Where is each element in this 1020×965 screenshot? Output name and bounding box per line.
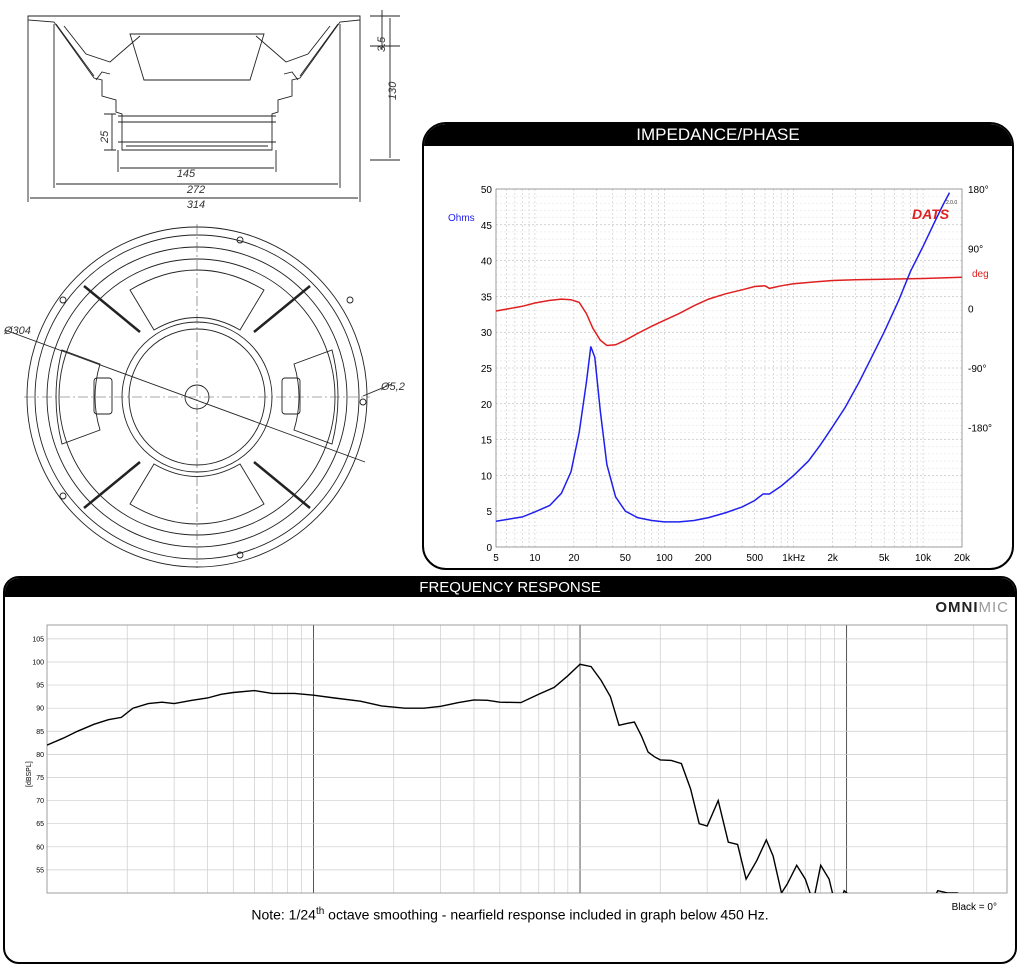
x-tick-label: 200	[695, 553, 712, 564]
dim-130: 130	[387, 81, 399, 100]
series-ohms-line	[495, 192, 951, 523]
dats-logo: DATS	[912, 206, 950, 222]
y-tick-label: 60	[36, 844, 44, 851]
freq-note-prefix: Note: 1/24	[251, 906, 316, 923]
impedance-chart: 5 10 20 50 100 200 500 1kHz 2k 5k 10k 20k 051015202…	[448, 185, 992, 564]
phase-tick-label: -90°	[968, 364, 986, 375]
y-tick-label: 90	[36, 706, 44, 713]
y-tick-label: 5	[486, 507, 492, 518]
dats-logo-version: 2.0.0	[946, 200, 957, 206]
phase-tick-label: -180°	[968, 424, 992, 435]
y-tick-label: 65	[36, 821, 44, 828]
phase-tick-label: 90°	[968, 245, 983, 256]
dim-3-5: 3.5	[376, 36, 388, 52]
y-tick-label: 55	[36, 867, 44, 874]
y-tick-label: 75	[36, 775, 44, 782]
y-tick-label: 20	[481, 400, 493, 411]
freq-panel: FREQUENCY RESPONSE OMNIMIC 55 60 65 70 75 80 8…	[3, 576, 1017, 964]
x-tick-label: 10k	[915, 553, 932, 564]
dim-5-2: Ø5,2	[380, 381, 405, 393]
y-tick-label: 30	[481, 328, 493, 339]
y-right-label: deg	[972, 269, 989, 280]
x-tick-label: 100	[656, 553, 673, 564]
dim-304: Ø304	[3, 325, 31, 337]
x-tick-label: 10	[529, 553, 541, 564]
y-tick-label: 0	[486, 543, 492, 554]
y-tick-label: 10	[481, 471, 493, 482]
freq-note-suffix: octave smoothing - nearfield response in…	[324, 906, 769, 923]
y-tick-label: 80	[36, 752, 44, 759]
x-tick-label: 20k	[954, 553, 971, 564]
plot-frame	[46, 624, 1008, 894]
dim-272: 272	[186, 184, 205, 196]
freq-legend: Black = 0°	[951, 902, 997, 913]
side-view-outline	[27, 15, 361, 151]
impedance-panel: IMPEDANCE/PHASE 5 10 20 50 100 200 500 1kHz 2k 5k…	[422, 122, 1014, 570]
y-tick-label: 105	[32, 636, 44, 643]
x-tick-label: 2k	[827, 553, 839, 564]
x-tick-label: 5	[493, 553, 499, 564]
x-tick-label: 500	[746, 553, 763, 564]
y-tick-label: 100	[32, 659, 44, 666]
impedance-title: IMPEDANCE/PHASE	[636, 125, 800, 144]
y-tick-label: 45	[481, 221, 493, 232]
freq-chart: 55 60 65 70 75 80 85 90 95 100 105 [dBSPL]	[26, 624, 1008, 894]
y-tick-label: 95	[36, 683, 44, 690]
x-tick-label: 20	[568, 553, 580, 564]
series-phase-line	[495, 276, 963, 347]
y-tick-label: 40	[481, 257, 493, 268]
y-tick-label: 35	[481, 292, 493, 303]
freq-note: Note: 1/24th octave smoothing - nearfiel…	[5, 906, 1015, 923]
impedance-title-bar: IMPEDANCE/PHASE	[424, 124, 1012, 146]
y-tick-label: 50	[481, 185, 493, 196]
y-tick-label: 25	[481, 364, 493, 375]
series-0deg-line	[47, 663, 960, 893]
y-left-label: Ohms	[448, 213, 475, 224]
y-tick-label: 85	[36, 729, 44, 736]
phase-tick-label: 180°	[968, 185, 989, 196]
dim-25: 25	[99, 130, 111, 144]
phase-tick-label: 0	[968, 304, 974, 315]
freq-y-label: [dBSPL]	[26, 761, 33, 787]
dim-145: 145	[177, 168, 196, 180]
speaker-drawing: 3.5 130 25 145 272 314 Ø304 Ø5,2	[3, 10, 405, 568]
y-tick-label: 70	[36, 798, 44, 805]
freq-title-bar: FREQUENCY RESPONSE	[5, 578, 1015, 597]
x-tick-label: 50	[620, 553, 632, 564]
y-tick-label: 15	[481, 436, 493, 447]
freq-title: FREQUENCY RESPONSE	[419, 579, 601, 596]
x-tick-label: 5k	[879, 553, 891, 564]
x-tick-label: 1kHz	[782, 553, 805, 564]
dim-314: 314	[187, 199, 205, 211]
